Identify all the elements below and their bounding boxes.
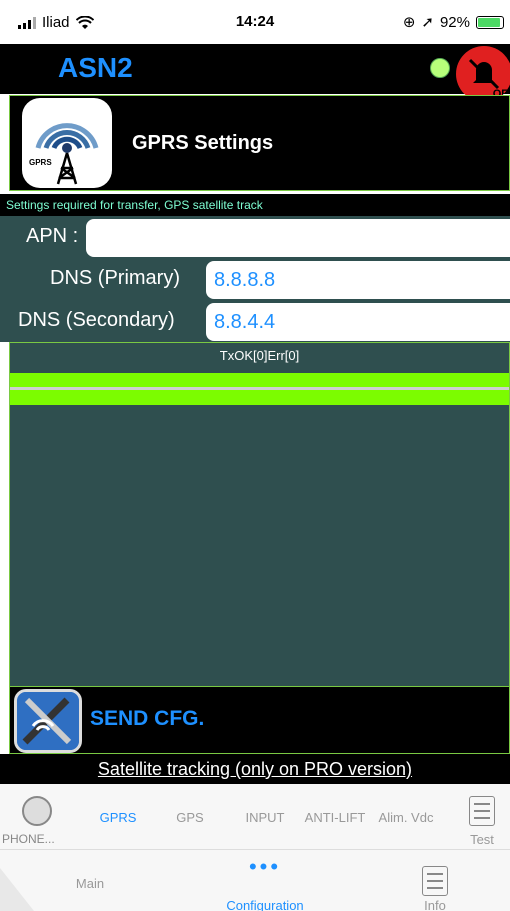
tab-anti-lift-label: ANTI-LIFT	[304, 810, 366, 825]
panel-subtitle: Settings required for transfer, GPS sate…	[0, 194, 510, 216]
dns-secondary-input[interactable]: 8.8.4.4	[206, 303, 510, 341]
tab-test-label: Test	[470, 832, 494, 847]
dns-primary-input[interactable]: 8.8.8.8	[206, 261, 510, 299]
battery-icon	[476, 15, 504, 29]
tab-phone[interactable]: PHONE...	[0, 784, 75, 850]
tab-main-label: Main	[75, 876, 105, 891]
config-tabbar: PHONE... GPRS GPS INPUT ANTI-LIFT Alim. …	[0, 784, 510, 850]
tab-gps[interactable]: GPS	[160, 784, 220, 850]
send-cfg-label: SEND CFG.	[90, 707, 205, 730]
send-cfg-button[interactable]: SEND CFG.	[9, 686, 510, 754]
satellite-tracking-link[interactable]: Satellite tracking (only on PRO version)	[98, 759, 412, 779]
decorative-corner	[0, 868, 34, 911]
dns-primary-label: DNS (Primary)	[50, 267, 180, 289]
tab-test[interactable]: Test	[456, 784, 508, 850]
info-list-icon	[422, 866, 448, 896]
apn-row: APN :	[0, 216, 510, 258]
status-led-icon	[430, 58, 450, 78]
pro-banner: Satellite tracking (only on PRO version)	[0, 754, 510, 784]
gprs-icon-label: GPRS	[29, 158, 52, 167]
tab-anti-lift[interactable]: ANTI-LIFT	[298, 784, 372, 850]
more-dots-icon: •••	[248, 854, 282, 879]
tab-phone-label: PHONE...	[2, 832, 55, 846]
alarm-off-button[interactable]: OF	[456, 46, 510, 102]
dns-secondary-row: DNS (Secondary) 8.8.4.4	[0, 300, 510, 342]
tab-gprs[interactable]: GPRS	[88, 784, 148, 850]
tab-alim-vdc-label: Alim. Vdc	[378, 810, 434, 825]
tab-info[interactable]: Info	[395, 850, 475, 911]
status-bar: Iliad 14:24 ⊕ ➚ 92%	[0, 0, 510, 44]
app-header: ASN2 OF	[0, 44, 510, 102]
tab-configuration[interactable]: ••• Configuration	[210, 850, 320, 911]
tab-gps-label: GPS	[176, 810, 204, 825]
battery-percent: 92%	[439, 13, 470, 31]
list-icon	[469, 796, 495, 826]
panel-title: GPRS Settings	[132, 132, 274, 154]
progress-bar	[10, 373, 509, 405]
orientation-lock-icon: ⊕	[402, 14, 416, 31]
tab-alim-vdc[interactable]: Alim. Vdc	[372, 784, 440, 850]
tab-input-label: INPUT	[245, 810, 285, 825]
tab-gprs-label: GPRS	[99, 810, 137, 825]
tab-main[interactable]: Main	[40, 850, 140, 911]
main-tabbar: Main ••• Configuration Info	[0, 850, 510, 911]
dns-primary-row: DNS (Primary) 8.8.8.8	[0, 258, 510, 300]
app-title: ASN2	[58, 52, 133, 83]
tx-status: TxOK[0]Err[0]	[219, 348, 300, 363]
transfer-log: TxOK[0]Err[0]	[9, 342, 510, 687]
tab-input[interactable]: INPUT	[234, 784, 296, 850]
apn-input[interactable]	[86, 219, 510, 257]
tab-configuration-label: Configuration	[226, 898, 304, 911]
location-icon: ➚	[421, 14, 434, 31]
dns-secondary-label: DNS (Secondary)	[18, 309, 175, 331]
tab-info-label: Info	[424, 898, 446, 911]
gprs-form: APN : DNS (Primary) 8.8.8.8 DNS (Seconda…	[0, 216, 510, 342]
user-icon	[22, 796, 52, 826]
apn-label: APN :	[26, 225, 79, 247]
wrench-wifi-icon	[14, 689, 82, 753]
status-right: ⊕ ➚ 92%	[403, 13, 504, 31]
gprs-settings-panel: GPRS GPRS Settings	[9, 95, 510, 191]
gprs-tower-icon: GPRS	[22, 98, 112, 188]
